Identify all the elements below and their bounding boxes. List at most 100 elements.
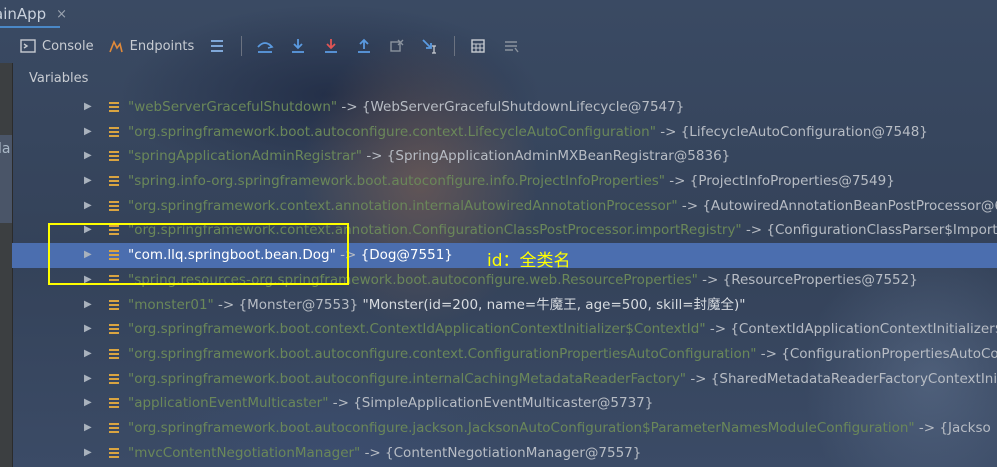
variable-row[interactable]: ▶ "webServerGracefulShutdown" -> {WebServ… xyxy=(12,95,997,120)
variable-row[interactable]: ▶ "org.springframework.boot.autoconfigure… xyxy=(12,120,997,145)
variable-key: "webServerGracefulShutdown" xyxy=(128,99,338,115)
field-icon xyxy=(109,151,119,162)
variable-row[interactable]: ▶ "org.springframework.boot.autoconfigure… xyxy=(12,367,997,392)
step-over-icon[interactable] xyxy=(254,35,276,57)
variable-key: "org.springframework.boot.autoconfigure.… xyxy=(128,419,915,436)
variable-entry: "applicationEventMulticaster" -> {Simple… xyxy=(128,391,653,416)
variable-key: "monster01" xyxy=(128,296,214,313)
step-out-icon[interactable] xyxy=(353,35,375,57)
expand-arrow-icon[interactable]: ▶ xyxy=(84,144,94,169)
tab-title: ainApp xyxy=(0,5,47,23)
variable-value: {ResourceProperties@7552} xyxy=(722,271,918,288)
expand-arrow-icon[interactable]: ▶ xyxy=(84,441,94,466)
variable-row[interactable]: ▶ "spring.info-org.springframework.boot.a… xyxy=(12,169,997,194)
variable-entry: "org.springframework.boot.autoconfigure.… xyxy=(128,120,928,145)
tab-active-indicator xyxy=(0,26,60,28)
trace-icon[interactable] xyxy=(500,35,522,57)
variable-tostring: "Monster(id=200, name=牛魔王, age=500, skil… xyxy=(362,296,746,313)
variable-arrow: -> xyxy=(332,395,349,412)
field-icon xyxy=(109,299,119,310)
close-icon[interactable]: × xyxy=(56,7,67,22)
variable-key: "org.springframework.boot.autoconfigure.… xyxy=(128,370,687,387)
variable-row[interactable]: ▶ "monster01" -> {Monster@7553} "Monster(… xyxy=(12,293,997,318)
field-icon xyxy=(109,422,119,433)
annotation-highlight-box xyxy=(48,223,349,285)
debug-toolbar: Console Endpoints xyxy=(12,30,997,62)
field-icon xyxy=(109,373,119,384)
variable-key: "org.springframework.boot.autoconfigure.… xyxy=(128,123,656,140)
variable-key: "springApplicationAdminRegistrar" xyxy=(128,148,363,165)
variable-key: "org.springframework.context.annotation.… xyxy=(128,197,678,214)
variable-entry: "org.springframework.boot.autoconfigure.… xyxy=(128,416,991,441)
field-icon xyxy=(109,447,119,458)
variable-arrow: -> xyxy=(760,345,777,362)
field-icon xyxy=(109,324,119,335)
evaluate-expression-icon[interactable] xyxy=(467,35,489,57)
variable-arrow: -> xyxy=(745,222,763,239)
annotation-label: id：全类名 xyxy=(487,251,571,271)
variable-value: {Monster@7553} xyxy=(238,296,359,313)
variable-row[interactable]: ▶ "org.springframework.context.annotation… xyxy=(12,194,997,219)
variable-value: {ContextIdApplicationContextInitializer$… xyxy=(730,321,997,338)
variable-value: {ContentNegotiationManager@7557} xyxy=(385,444,642,461)
expand-arrow-icon[interactable]: ▶ xyxy=(84,169,94,194)
variable-row[interactable]: ▶ "applicationEventMulticaster" -> {Simpl… xyxy=(12,391,997,416)
expand-arrow-icon[interactable]: ▶ xyxy=(84,120,94,145)
variable-entry: "org.springframework.boot.autoconfigure.… xyxy=(128,367,997,392)
variable-value: {Jackso xyxy=(939,419,991,436)
field-icon xyxy=(109,398,119,409)
variable-key: "org.springframework.boot.autoconfigure.… xyxy=(128,345,757,362)
variable-arrow: -> xyxy=(702,271,719,288)
expand-arrow-icon[interactable]: ▶ xyxy=(84,416,94,441)
variable-arrow: -> xyxy=(366,148,383,165)
variable-arrow: -> xyxy=(218,296,235,313)
run-to-cursor-icon[interactable] xyxy=(419,35,441,57)
variables-panel-header: Variables xyxy=(12,62,997,95)
variable-row[interactable]: ▶ "org.springframework.boot.context.Conte… xyxy=(12,317,997,342)
variable-arrow: -> xyxy=(681,197,699,214)
variable-key: "spring.info-org.springframework.boot.au… xyxy=(128,173,665,190)
expand-arrow-icon[interactable]: ▶ xyxy=(84,293,94,318)
variable-entry: "springApplicationAdminRegistrar" -> {Sp… xyxy=(128,144,730,169)
step-into-icon[interactable] xyxy=(287,35,309,57)
console-tab[interactable]: Console xyxy=(20,38,94,54)
endpoints-icon xyxy=(108,38,124,54)
toolbar-separator xyxy=(454,36,456,56)
force-step-into-icon[interactable] xyxy=(320,35,342,57)
variable-value: {ProjectInfoProperties@7549} xyxy=(689,173,895,190)
variable-key: "org.springframework.boot.context.Contex… xyxy=(128,321,706,338)
variable-entry: "org.springframework.boot.autoconfigure.… xyxy=(128,342,997,367)
drop-frame-icon[interactable] xyxy=(386,35,408,57)
variable-row[interactable]: ▶ "springApplicationAdminRegistrar" -> {S… xyxy=(12,144,997,169)
variable-key: "mvcContentNegotiationManager" xyxy=(128,444,361,461)
variable-arrow: -> xyxy=(669,173,686,190)
variable-arrow: -> xyxy=(709,321,727,338)
expand-arrow-icon[interactable]: ▶ xyxy=(84,95,94,120)
variable-value: {ConfigurationPropertiesAutoCo xyxy=(781,345,997,362)
variable-entry: "org.springframework.boot.context.Contex… xyxy=(128,317,997,342)
field-icon xyxy=(109,348,119,359)
variable-row[interactable]: ▶ "mvcContentNegotiationManager" -> {Cont… xyxy=(12,441,997,466)
variable-arrow: -> xyxy=(918,419,936,436)
variable-row[interactable]: ▶ "org.springframework.boot.autoconfigure… xyxy=(12,416,997,441)
expand-arrow-icon[interactable]: ▶ xyxy=(84,194,94,219)
variable-value: {ConfigurationClassParser$ImportSt xyxy=(766,222,997,239)
variable-value: {SimpleApplicationEventMulticaster@5737} xyxy=(353,395,654,412)
expand-arrow-icon[interactable]: ▶ xyxy=(84,391,94,416)
toolbar-separator xyxy=(241,36,243,56)
frames-panel-label: la xyxy=(0,141,11,157)
endpoints-tab[interactable]: Endpoints xyxy=(108,38,194,54)
variable-row[interactable]: ▶ "org.springframework.boot.autoconfigure… xyxy=(12,342,997,367)
variable-arrow: -> xyxy=(660,123,677,140)
expand-arrow-icon[interactable]: ▶ xyxy=(84,342,94,367)
field-icon xyxy=(109,176,119,187)
tab-main-app[interactable]: ainApp × xyxy=(0,0,77,28)
expand-arrow-icon[interactable]: ▶ xyxy=(84,367,94,392)
variable-entry: "spring.info-org.springframework.boot.au… xyxy=(128,169,895,194)
console-label: Console xyxy=(42,38,94,54)
restore-layout-icon[interactable] xyxy=(206,35,228,57)
variable-value: {SharedMetadataReaderFactoryContextIniti xyxy=(710,370,997,387)
expand-arrow-icon[interactable]: ▶ xyxy=(84,317,94,342)
variable-entry: "org.springframework.context.annotation.… xyxy=(128,194,997,219)
variable-value: {Dog@7551} xyxy=(360,247,453,264)
